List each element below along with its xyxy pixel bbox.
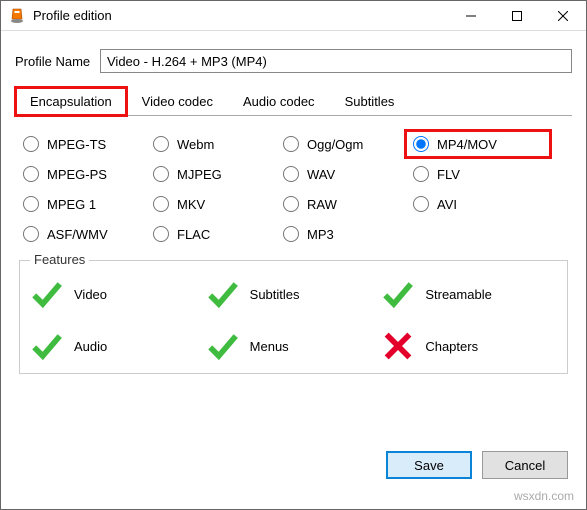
feature-video: Video (30, 277, 206, 311)
feature-chapters: Chapters (381, 329, 557, 363)
profile-name-input[interactable] (100, 49, 572, 73)
radio-mpeg-ts[interactable]: MPEG-TS (23, 136, 153, 152)
radio-mp4-mov[interactable]: MP4/MOV (407, 132, 549, 156)
titlebar: Profile edition (1, 1, 586, 31)
feature-menus: Menus (206, 329, 382, 363)
radio-mpeg-ps[interactable]: MPEG-PS (23, 166, 153, 182)
radio-ogg[interactable]: Ogg/Ogm (283, 136, 413, 152)
check-icon (30, 329, 64, 363)
radio-raw[interactable]: RAW (283, 196, 413, 212)
watermark-text: wsxdn.com (514, 489, 574, 503)
features-group: Features Video Subtitles Streamable Audi… (19, 260, 568, 374)
radio-wav[interactable]: WAV (283, 166, 413, 182)
radio-mkv[interactable]: MKV (153, 196, 283, 212)
save-button[interactable]: Save (386, 451, 472, 479)
window-title: Profile edition (33, 8, 448, 23)
radio-label: RAW (307, 197, 337, 212)
window-controls (448, 1, 586, 31)
check-icon (206, 277, 240, 311)
radio-label: WAV (307, 167, 335, 182)
radio-label: MPEG-PS (47, 167, 107, 182)
tab-bar: Encapsulation Video codec Audio codec Su… (15, 87, 572, 116)
maximize-button[interactable] (494, 1, 540, 31)
radio-mpeg-1[interactable]: MPEG 1 (23, 196, 153, 212)
radio-label: ASF/WMV (47, 227, 108, 242)
check-icon (30, 277, 64, 311)
radio-label: MP3 (307, 227, 334, 242)
radio-label: FLAC (177, 227, 210, 242)
radio-label: FLV (437, 167, 460, 182)
features-legend: Features (30, 252, 89, 267)
radio-label: AVI (437, 197, 457, 212)
radio-label: MJPEG (177, 167, 222, 182)
app-icon (9, 8, 25, 24)
encapsulation-options: MPEG-TS Webm Ogg/Ogm MP4/MOV MPEG-PS MJP… (15, 116, 572, 250)
feature-label: Video (74, 287, 107, 302)
feature-label: Chapters (425, 339, 478, 354)
cancel-button[interactable]: Cancel (482, 451, 568, 479)
radio-webm[interactable]: Webm (153, 136, 283, 152)
radio-asf-wmv[interactable]: ASF/WMV (23, 226, 153, 242)
feature-subtitles: Subtitles (206, 277, 382, 311)
radio-label: MP4/MOV (437, 137, 497, 152)
radio-avi[interactable]: AVI (413, 196, 543, 212)
feature-audio: Audio (30, 329, 206, 363)
radio-flac[interactable]: FLAC (153, 226, 283, 242)
tab-audio-codec[interactable]: Audio codec (228, 87, 330, 116)
profile-name-label: Profile Name (15, 54, 100, 69)
close-button[interactable] (540, 1, 586, 31)
cross-icon (381, 329, 415, 363)
tab-subtitles[interactable]: Subtitles (330, 87, 410, 116)
feature-label: Audio (74, 339, 107, 354)
check-icon (381, 277, 415, 311)
tab-video-codec[interactable]: Video codec (127, 87, 228, 116)
radio-label: MPEG 1 (47, 197, 96, 212)
minimize-button[interactable] (448, 1, 494, 31)
feature-label: Menus (250, 339, 289, 354)
radio-mp3[interactable]: MP3 (283, 226, 413, 242)
feature-label: Streamable (425, 287, 491, 302)
radio-label: Ogg/Ogm (307, 137, 363, 152)
check-icon (206, 329, 240, 363)
radio-label: MPEG-TS (47, 137, 106, 152)
dialog-buttons: Save Cancel (386, 451, 568, 479)
feature-label: Subtitles (250, 287, 300, 302)
feature-streamable: Streamable (381, 277, 557, 311)
radio-label: MKV (177, 197, 205, 212)
radio-flv[interactable]: FLV (413, 166, 543, 182)
radio-label: Webm (177, 137, 214, 152)
tab-encapsulation[interactable]: Encapsulation (15, 87, 127, 116)
radio-mjpeg[interactable]: MJPEG (153, 166, 283, 182)
